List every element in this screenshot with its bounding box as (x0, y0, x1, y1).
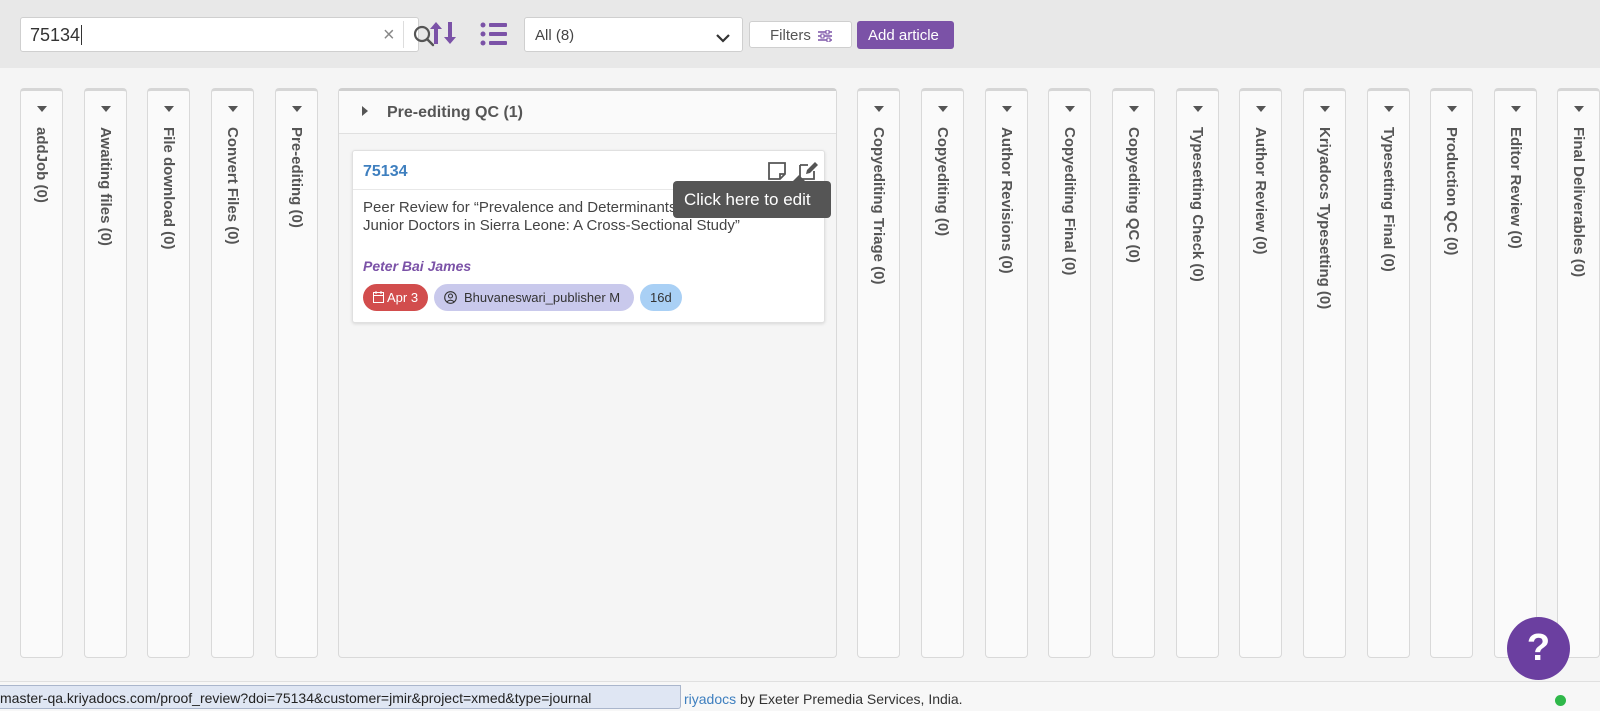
column-label: Pre-editing (0) (288, 127, 305, 228)
add-article-label: Add article (868, 27, 939, 44)
collapse-arrow-icon[interactable] (1573, 106, 1584, 112)
edit-tooltip: Click here to edit (673, 175, 831, 218)
column-label: Final Deliverables (0) (1570, 127, 1587, 278)
collapse-arrow-icon[interactable] (291, 106, 302, 112)
online-status-icon (1555, 695, 1566, 706)
collapse-arrow-icon[interactable] (1510, 106, 1521, 112)
column-label: File download (0) (160, 127, 177, 250)
column-label: Copyediting QC (0) (1125, 127, 1142, 263)
assignee-badge: Bhuvaneswari_publisher M (434, 284, 634, 311)
footer-credit-text: by Exeter Premedia Services, India. (736, 691, 963, 707)
status-url: master-qa.kriyadocs.com/proof_review?doi… (0, 690, 592, 706)
column-label: addJob (0) (33, 127, 50, 203)
toolbar: 75134 × All (8) Filters Add article (0, 0, 1600, 68)
column-final-deliverables[interactable]: Final Deliverables (0) (1557, 88, 1600, 658)
column-title: Pre-editing QC (1) (387, 104, 524, 121)
column-author-revisions[interactable]: Author Revisions (0) (985, 88, 1028, 658)
kanban-board: addJob (0) Awaiting files (0) File downl… (0, 68, 1600, 681)
column-label: Convert Files (0) (224, 127, 241, 245)
column-typesetting-check[interactable]: Typesetting Check (0) (1176, 88, 1219, 658)
column-label: Awaiting files (0) (97, 127, 114, 246)
clear-search-icon[interactable]: × (383, 24, 395, 47)
column-label: Kriyadocs Typesetting (0) (1316, 127, 1333, 310)
column-production-qc[interactable]: Production QC (0) (1430, 88, 1473, 658)
collapse-arrow-icon[interactable] (1319, 106, 1330, 112)
search-input[interactable]: 75134 × (20, 17, 435, 52)
column-author-review[interactable]: Author Review (0) (1239, 88, 1282, 658)
column-convert-files[interactable]: Convert Files (0) (211, 88, 254, 658)
age-text: 16d (650, 290, 672, 305)
collapse-arrow-icon[interactable] (362, 106, 368, 116)
column-kriyadocs-typesetting[interactable]: Kriyadocs Typesetting (0) (1303, 88, 1346, 658)
column-label: Editor Review (0) (1507, 127, 1524, 249)
collapse-arrow-icon[interactable] (100, 106, 111, 112)
article-card[interactable]: 75134 Peer Review for “Prevalence and De… (352, 150, 825, 323)
footer-credit: riyadocs by Exeter Premedia Services, In… (684, 691, 963, 707)
age-badge: 16d (640, 284, 682, 311)
column-label: Copyediting Final (0) (1061, 127, 1078, 276)
column-pre-editing-qc: Pre-editing QC (1) 75134 Peer Review for… (338, 88, 837, 658)
column-copyediting[interactable]: Copyediting (0) (921, 88, 964, 658)
calendar-icon (373, 291, 384, 303)
column-awaiting-files[interactable]: Awaiting files (0) (84, 88, 127, 658)
column-copyediting-final[interactable]: Copyediting Final (0) (1048, 88, 1091, 658)
collapse-arrow-icon[interactable] (1064, 106, 1075, 112)
list-view-icon[interactable] (479, 20, 509, 48)
column-typesetting-final[interactable]: Typesetting Final (0) (1367, 88, 1410, 658)
column-label: Copyediting (0) (934, 127, 951, 237)
chevron-down-icon (716, 30, 730, 48)
column-header[interactable]: Pre-editing QC (1) (339, 91, 836, 134)
kriyadocs-link[interactable]: riyadocs (684, 691, 736, 707)
collapse-arrow-icon[interactable] (873, 106, 884, 112)
add-article-button[interactable]: Add article (857, 21, 954, 49)
due-date-text: Apr 3 (387, 290, 419, 305)
collapse-arrow-icon[interactable] (1446, 106, 1457, 112)
collapse-arrow-icon[interactable] (1001, 106, 1012, 112)
column-addjob[interactable]: addJob (0) (20, 88, 63, 658)
collapse-arrow-icon[interactable] (937, 106, 948, 112)
stage-filter-value: All (8) (535, 27, 575, 44)
column-label: Typesetting Final (0) (1380, 127, 1397, 272)
article-doi-link[interactable]: 75134 (363, 163, 408, 181)
link-status-bar: master-qa.kriyadocs.com/proof_review?doi… (0, 685, 681, 709)
collapse-arrow-icon[interactable] (1128, 106, 1139, 112)
user-circle-icon (444, 291, 457, 304)
column-editor-review[interactable]: Editor Review (0) (1494, 88, 1537, 658)
filters-label: Filters (770, 27, 811, 44)
collapse-arrow-icon[interactable] (1192, 106, 1203, 112)
column-copyediting-qc[interactable]: Copyediting QC (0) (1112, 88, 1155, 658)
filters-button[interactable]: Filters (749, 21, 852, 48)
help-button[interactable]: ? (1507, 617, 1570, 680)
collapse-arrow-icon[interactable] (227, 106, 238, 112)
column-pre-editing[interactable]: Pre-editing (0) (275, 88, 318, 658)
text-caret (81, 25, 83, 45)
collapse-arrow-icon[interactable] (1255, 106, 1266, 112)
search-divider (403, 21, 404, 48)
sort-icon[interactable] (428, 18, 458, 48)
due-date-badge: Apr 3 (363, 284, 428, 311)
column-file-download[interactable]: File download (0) (147, 88, 190, 658)
column-label: Copyediting Triage (0) (870, 127, 887, 285)
column-label: Typesetting Check (0) (1189, 127, 1206, 282)
collapse-arrow-icon[interactable] (36, 106, 47, 112)
search-value: 75134 (30, 25, 81, 45)
sliders-icon (818, 29, 832, 46)
column-copyediting-triage[interactable]: Copyediting Triage (0) (857, 88, 900, 658)
column-label: Author Revisions (0) (998, 127, 1015, 274)
collapse-arrow-icon[interactable] (1383, 106, 1394, 112)
column-label: Author Review (0) (1252, 127, 1269, 255)
collapse-arrow-icon[interactable] (163, 106, 174, 112)
assignee-text: Bhuvaneswari_publisher M (464, 290, 621, 305)
stage-filter-select[interactable]: All (8) (524, 17, 743, 52)
article-author: Peter Bai James (363, 258, 472, 274)
column-label: Production QC (0) (1443, 127, 1460, 256)
tooltip-text: Click here to edit (684, 190, 811, 209)
